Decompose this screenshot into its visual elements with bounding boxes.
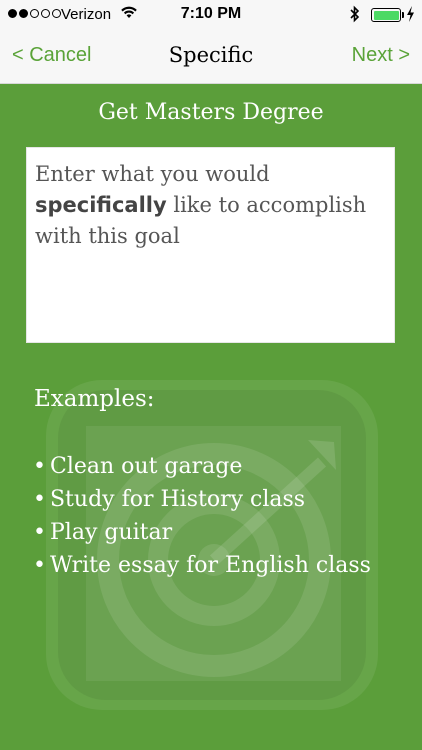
status-bar: Verizon 7:10 PM xyxy=(0,0,422,30)
bullet-icon: • xyxy=(33,487,46,512)
battery-cap xyxy=(402,12,404,18)
bluetooth-icon xyxy=(350,5,360,27)
specific-goal-textarea[interactable]: Enter what you would specifically like t… xyxy=(26,147,395,343)
cancel-button[interactable]: < Cancel xyxy=(12,44,92,67)
examples-list: • Clean out garage • Study for History cla… xyxy=(33,450,389,582)
battery-icon xyxy=(371,8,401,22)
placeholder-emphasis: specifically xyxy=(35,193,167,217)
bullet-icon: • xyxy=(33,553,46,578)
example-text: Clean out garage xyxy=(49,454,243,479)
bullet-icon: • xyxy=(33,520,46,545)
navigation-bar: < Cancel Specific Next > xyxy=(0,30,422,84)
goal-title: Get Masters Degree xyxy=(98,100,324,125)
next-button[interactable]: Next > xyxy=(352,44,410,67)
bullet-icon: • xyxy=(33,454,46,479)
battery-fill xyxy=(373,10,399,20)
examples-heading: Examples: xyxy=(34,386,155,412)
charging-icon xyxy=(406,5,415,27)
placeholder-text: Enter what you would xyxy=(35,162,270,186)
example-item: • Play guitar xyxy=(33,516,389,549)
example-text: Study for History class xyxy=(49,487,306,512)
example-item: • Write essay for English class xyxy=(33,549,389,582)
example-item: • Clean out garage xyxy=(33,450,389,483)
example-item: • Study for History class xyxy=(33,483,389,516)
example-text: Play guitar xyxy=(49,520,173,545)
example-text: Write essay for English class xyxy=(49,553,371,578)
